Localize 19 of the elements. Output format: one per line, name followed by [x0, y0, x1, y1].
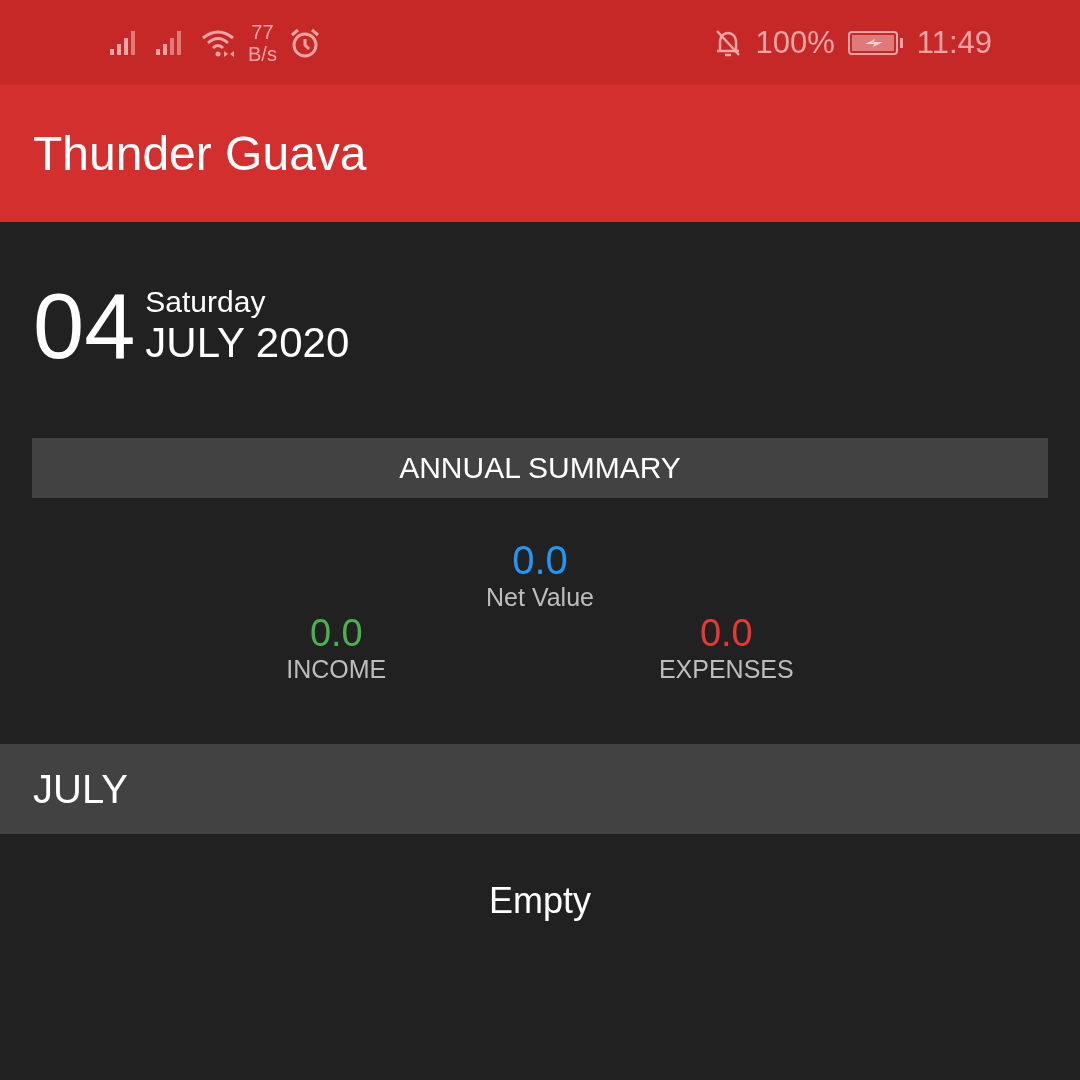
- month-year: JULY 2020: [145, 319, 350, 367]
- income-label: INCOME: [286, 655, 387, 684]
- battery-percentage: 100%: [755, 24, 835, 61]
- weekday: Saturday: [145, 285, 267, 319]
- day-number: 04: [33, 280, 136, 372]
- network-speed-unit: B/s: [248, 42, 277, 65]
- month-title: JULY: [33, 766, 128, 812]
- net-value: 0.0: [512, 538, 568, 583]
- income-value: 0.0: [309, 612, 363, 655]
- battery-charging-icon: [846, 28, 905, 57]
- empty-message: Empty: [489, 880, 591, 922]
- expenses-value: 0.0: [699, 612, 753, 655]
- app-title: Thunder Guava: [33, 126, 367, 181]
- net-value-label: Net Value: [486, 583, 594, 612]
- network-speed: 77: [251, 20, 274, 43]
- expenses-label: EXPENSES: [658, 655, 794, 684]
- section-title: ANNUAL SUMMARY: [399, 451, 681, 485]
- alarm-clock-icon: [288, 26, 321, 59]
- clock-time: 11:49: [916, 24, 992, 61]
